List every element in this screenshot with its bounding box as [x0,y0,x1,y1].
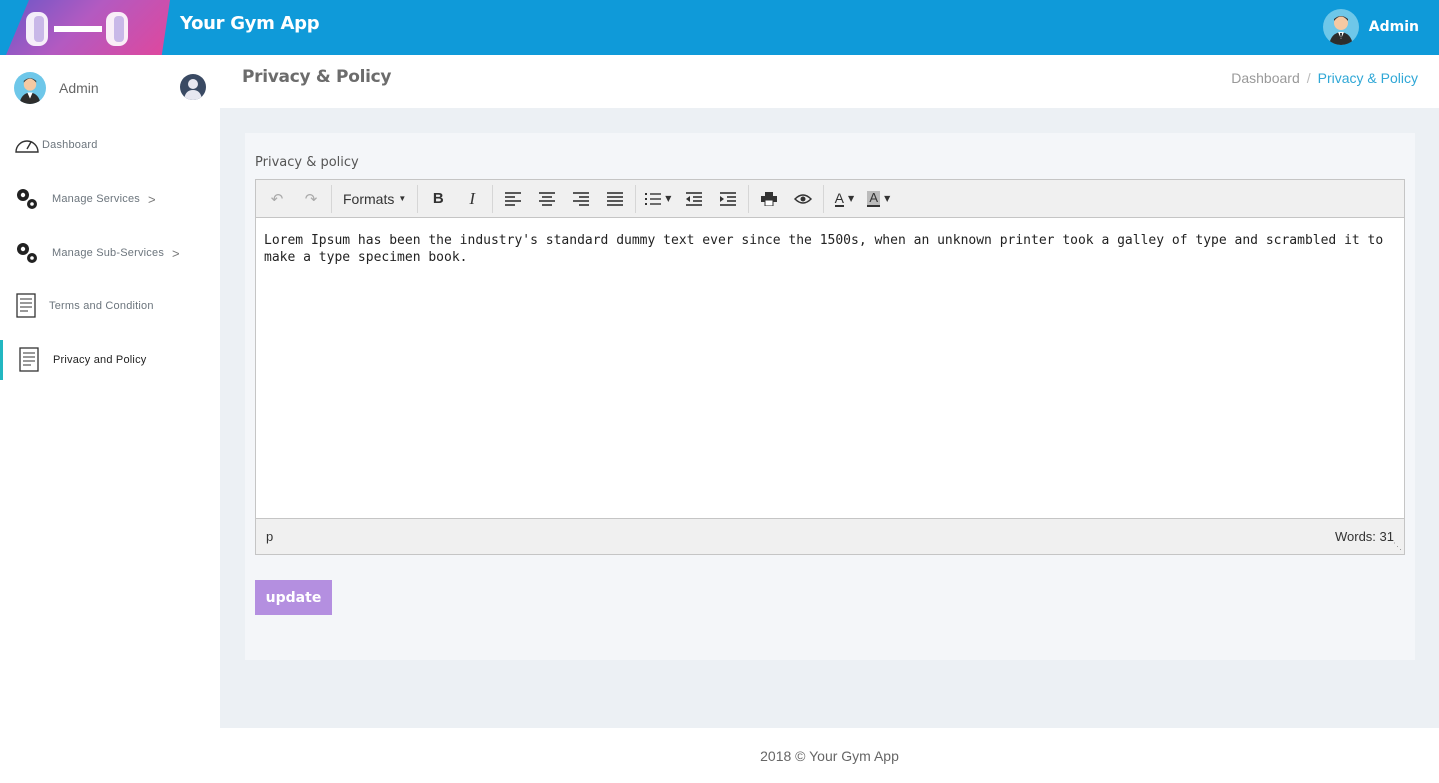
breadcrumb-separator: / [1306,70,1311,86]
sidebar-user-name: Admin [59,80,99,96]
italic-icon[interactable]: I [455,184,489,214]
sidebar-item-privacy[interactable]: Privacy and Policy [0,340,220,380]
sidebar-item-manage-services[interactable]: Manage Services > [0,179,220,219]
chevron-right-icon: > [148,191,156,207]
formats-label: Formats [343,190,395,207]
resize-handle-icon[interactable]: ⋱ [1393,541,1402,552]
dumbbell-icon [26,12,128,46]
align-right-icon[interactable] [564,184,598,214]
document-icon [14,293,40,319]
editor-statusbar: p Words: 31 ⋱ [256,518,1404,554]
editor-content-area[interactable]: Lorem Ipsum has been the industry's stan… [256,218,1404,518]
numbered-list-icon[interactable]: ▼ [639,184,677,214]
footer: 2018 © Your Gym App [220,728,1439,783]
redo-icon[interactable]: ↷ [294,184,328,214]
toolbar-divider [492,184,494,213]
align-justify-icon[interactable] [598,184,632,214]
sidebar-item-manage-sub-services[interactable]: Manage Sub-Services > [0,233,220,273]
caret-down-icon: ▼ [848,194,855,203]
toolbar-divider [635,184,637,213]
align-left-icon[interactable] [496,184,530,214]
top-user-menu[interactable]: Admin [1322,9,1419,45]
app-logo[interactable] [0,0,170,55]
editor-toolbar: ↶ ↷ Formats ▼ B I ▼ A ▼ A ▼ [256,180,1404,218]
document-icon [17,347,43,373]
element-path[interactable]: p [266,529,273,544]
top-user-name: Admin [1368,19,1419,35]
background-color-icon[interactable]: A ▼ [861,184,896,214]
undo-icon[interactable]: ↶ [260,184,294,214]
gears-icon [14,186,40,212]
page-title: Privacy & Policy [242,67,392,87]
sidebar-avatar-icon [14,72,46,104]
breadcrumb-current: Privacy & Policy [1317,70,1418,86]
sidebar-item-dashboard[interactable]: Dashboard [0,125,220,165]
app-title: Your Gym App [180,13,320,34]
sidebar-user: Admin [14,72,206,104]
update-button[interactable]: update [255,580,332,615]
footer-copyright: 2018 © Your Gym App [760,747,899,764]
field-label: Privacy & policy [255,155,359,170]
top-navbar: Your Gym App Admin [0,0,1439,55]
align-center-icon[interactable] [530,184,564,214]
outdent-icon[interactable] [677,184,711,214]
page-header: Privacy & Policy Dashboard / Privacy & Pol… [220,55,1439,108]
formats-dropdown[interactable]: Formats ▼ [335,184,414,214]
caret-down-icon: ▼ [398,194,407,203]
print-icon[interactable] [752,184,786,214]
indent-icon[interactable] [711,184,745,214]
sidebar-item-label: Privacy and Policy [53,354,147,366]
caret-down-icon: ▼ [665,194,672,203]
user-avatar-icon[interactable] [1322,9,1359,45]
preview-eye-icon[interactable] [786,184,820,214]
breadcrumb-dashboard-link[interactable]: Dashboard [1231,70,1300,86]
gears-icon [14,240,40,266]
toolbar-divider [823,184,825,213]
caret-down-icon: ▼ [884,194,891,203]
text-color-icon[interactable]: A ▼ [827,184,861,214]
toolbar-divider [748,184,750,213]
sidebar-item-label: Terms and Condition [49,300,154,312]
sidebar: Admin Dashboard Manage Services > Manage… [0,55,220,783]
sidebar-item-terms[interactable]: Terms and Condition [0,286,220,326]
bold-icon[interactable]: B [421,184,455,214]
word-count: Words: 31 [1334,529,1394,544]
sidebar-item-label: Dashboard [42,139,98,151]
chevron-right-icon: > [172,245,180,261]
sidebar-item-label: Manage Sub-Services [52,247,165,259]
profile-badge-icon[interactable] [180,74,206,100]
toolbar-divider [331,184,332,213]
breadcrumb: Dashboard / Privacy & Policy [1231,70,1418,86]
sidebar-item-label: Manage Services [52,193,140,205]
content-card: Privacy & policy ↶ ↷ Formats ▼ B I ▼ A ▼ A… [245,133,1415,660]
toolbar-divider [417,184,419,213]
speedometer-icon [14,132,40,158]
rich-text-editor: ↶ ↷ Formats ▼ B I ▼ A ▼ A ▼ Lorem Ipsum has… [255,179,1405,555]
